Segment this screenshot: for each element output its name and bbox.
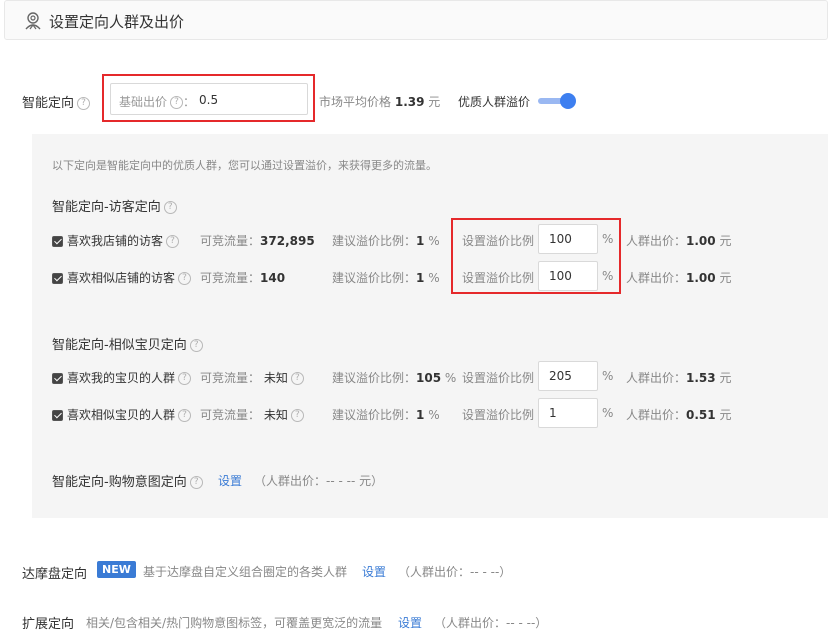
- target-people-icon: [25, 12, 41, 30]
- checkbox-checked-icon[interactable]: [52, 410, 63, 421]
- help-icon[interactable]: ?: [170, 96, 184, 109]
- help-icon[interactable]: ?: [178, 409, 192, 422]
- market-avg-label: 市场平均价格: [319, 95, 392, 109]
- crowd-row-similar-items[interactable]: 喜欢相似宝贝的人群?: [52, 406, 192, 423]
- damopan-bid-text: （人群出价：-- - --）: [398, 565, 512, 579]
- crowd-bid: 人群出价：0.51 元: [626, 408, 732, 422]
- crowd-bid: 人群出价：1.00 元: [626, 271, 732, 285]
- traffic: 可竞流量： 未知?: [200, 406, 304, 423]
- premium-description: 以下定向是智能定向中的优质人群，您可以通过设置溢价，来获得更多的流量。: [52, 159, 437, 172]
- crowd-row-similar-shop-visitors[interactable]: 喜欢相似店铺的访客?: [52, 269, 192, 286]
- base-price-label: 基础出价?：: [119, 95, 196, 109]
- crowd-row-my-items[interactable]: 喜欢我的宝贝的人群?: [52, 369, 192, 386]
- set-ratio-label: 设置溢价比例: [462, 234, 535, 248]
- premium-crowd-toggle[interactable]: [538, 93, 576, 109]
- suggested-ratio: 建议溢价比例：1 %: [332, 271, 440, 285]
- page-title: 设置定向人群及出价: [49, 13, 185, 31]
- damopan-label: 达摩盘定向: [22, 567, 88, 582]
- checkbox-checked-icon[interactable]: [52, 373, 63, 384]
- help-icon[interactable]: ?: [189, 476, 203, 489]
- percent-unit: %: [602, 269, 614, 283]
- set-ratio-label: 设置溢价比例: [462, 271, 535, 285]
- premium-crowd-label: 优质人群溢价: [458, 95, 531, 109]
- base-price-value[interactable]: 0.5: [199, 93, 218, 107]
- base-price-input[interactable]: 基础出价?： 0.5: [110, 83, 308, 115]
- group-title-visitor: 智能定向-访客定向?: [52, 196, 177, 215]
- extend-label: 扩展定向: [22, 617, 75, 632]
- traffic: 可竞流量：372,895: [200, 234, 315, 248]
- suggested-ratio: 建议溢价比例：105 %: [332, 371, 457, 385]
- market-avg-unit: 元: [428, 95, 441, 109]
- percent-unit: %: [602, 369, 614, 383]
- ratio-input[interactable]: 205: [538, 361, 598, 391]
- suggested-ratio: 建议溢价比例：1 %: [332, 234, 440, 248]
- help-icon[interactable]: ?: [163, 201, 177, 214]
- damopan-setting-link[interactable]: 设置: [362, 563, 386, 580]
- crowd-bid: 人群出价：1.53 元: [626, 371, 732, 385]
- market-avg-value: 1.39: [394, 95, 425, 109]
- extend-description: 相关/包含相关/热门购物意图标签，可覆盖更宽泛的流量: [86, 616, 383, 630]
- crowd-bid: 人群出价：1.00 元: [626, 234, 732, 248]
- premium-panel: [32, 134, 828, 518]
- section-header: 设置定向人群及出价: [4, 0, 828, 40]
- percent-unit: %: [602, 406, 614, 420]
- set-ratio-label: 设置溢价比例: [462, 408, 535, 422]
- help-icon[interactable]: ?: [178, 372, 192, 385]
- percent-unit: %: [602, 232, 614, 246]
- traffic: 可竞流量：140: [200, 271, 286, 285]
- intent-setting-link[interactable]: 设置: [218, 472, 242, 489]
- checkbox-checked-icon[interactable]: [52, 273, 63, 284]
- ratio-input[interactable]: 100: [538, 261, 598, 291]
- ratio-input[interactable]: 1: [538, 398, 598, 428]
- group-title-shopping-intent: 智能定向-购物意图定向?: [52, 471, 203, 490]
- help-icon[interactable]: ?: [166, 235, 180, 248]
- market-average-price: 市场平均价格 1.39 元: [319, 93, 440, 110]
- smart-targeting-text: 智能定向: [22, 96, 75, 111]
- damopan-description: 基于达摩盘自定义组合圈定的各类人群: [143, 565, 348, 579]
- extend-bid-text: （人群出价：-- - --）: [434, 616, 548, 630]
- help-icon[interactable]: ?: [189, 339, 203, 352]
- crowd-row-my-shop-visitors[interactable]: 喜欢我店铺的访客?: [52, 232, 180, 249]
- smart-targeting-label: 智能定向?: [22, 92, 91, 111]
- extend-setting-link[interactable]: 设置: [398, 614, 422, 631]
- ratio-input[interactable]: 100: [538, 224, 598, 254]
- group-title-similar-items: 智能定向-相似宝贝定向?: [52, 334, 203, 353]
- suggested-ratio: 建议溢价比例：1 %: [332, 408, 440, 422]
- help-icon[interactable]: ?: [290, 409, 304, 422]
- set-ratio-label: 设置溢价比例: [462, 371, 535, 385]
- traffic: 可竞流量： 未知?: [200, 369, 304, 386]
- help-icon[interactable]: ?: [77, 97, 91, 110]
- new-badge: NEW: [97, 561, 136, 578]
- intent-bid-text: （人群出价：-- - -- 元）: [254, 474, 384, 488]
- help-icon[interactable]: ?: [178, 272, 192, 285]
- checkbox-checked-icon[interactable]: [52, 236, 63, 247]
- toggle-knob: [560, 93, 576, 109]
- help-icon[interactable]: ?: [290, 372, 304, 385]
